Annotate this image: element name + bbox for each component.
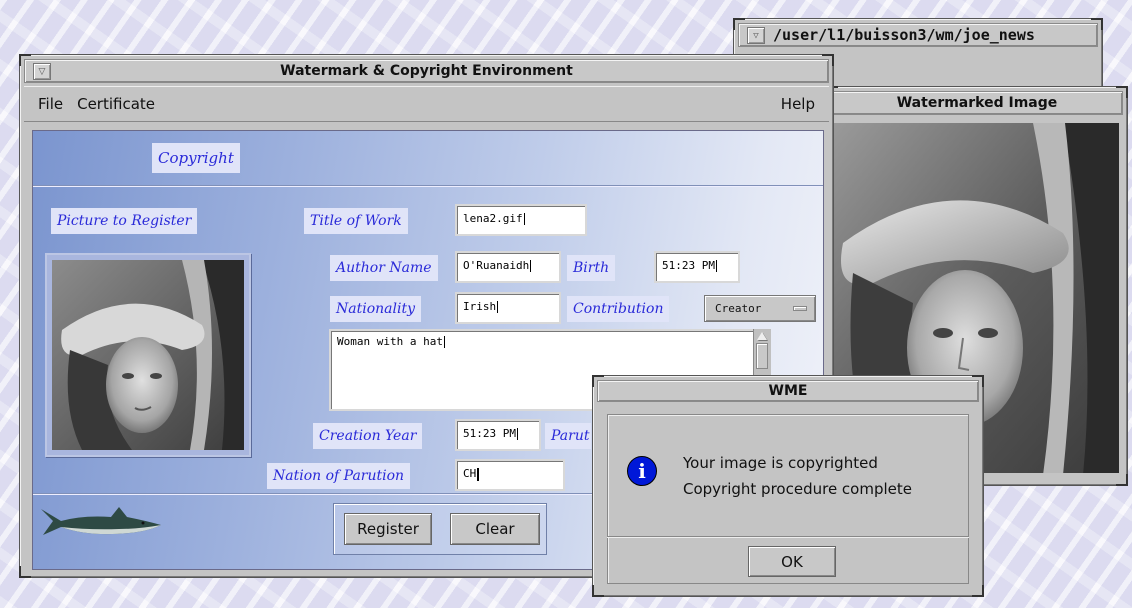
nation-of-parution-label: Nation of Parution (267, 463, 411, 489)
title-of-work-label: Title of Work (304, 208, 408, 234)
creation-year-label: Creation Year (313, 423, 423, 449)
info-icon: i (627, 456, 657, 486)
clear-button[interactable]: Clear (450, 513, 540, 545)
dialog-titlebar[interactable]: WME (597, 380, 979, 402)
nationality-field[interactable]: Irish (455, 292, 561, 324)
birth-field[interactable]: 51:23 PM (654, 251, 740, 283)
option-menu-indicator-icon (793, 306, 807, 311)
picture-label: Picture to Register (51, 208, 198, 234)
form-separator (33, 185, 823, 187)
title-of-work-field[interactable]: lena2.gif (455, 204, 587, 236)
menu-file[interactable]: File (38, 95, 63, 113)
scroll-up-arrow-icon[interactable] (757, 332, 767, 340)
author-name-label: Author Name (330, 255, 438, 281)
contribution-label: Contribution (567, 296, 670, 322)
section-title: Copyright (152, 143, 240, 173)
background-window-titlebar[interactable]: ▽ /user/l1/buisson3/wm/joe_news (738, 23, 1098, 47)
birth-label: Birth (567, 255, 616, 281)
contribution-value: Creator (715, 302, 762, 315)
nation-of-parution-field[interactable]: CH (455, 459, 565, 491)
picture-preview (45, 253, 251, 457)
window-menu-button[interactable]: ▽ (747, 27, 765, 44)
main-window-title: Watermark & Copyright Environment (280, 63, 573, 79)
menu-help[interactable]: Help (781, 95, 815, 113)
menu-bar: File Certificate Help (24, 86, 829, 122)
shark-logo (41, 507, 161, 535)
scrollbar-thumb[interactable] (756, 343, 768, 369)
background-window-title: /user/l1/buisson3/wm/joe_news (773, 26, 1035, 44)
action-buttons: Register Clear (333, 503, 547, 555)
watermarked-window-titlebar[interactable]: Watermarked Image (831, 91, 1123, 115)
info-dialog: WME i Your image is copyrighted Copyrigh… (592, 375, 984, 597)
contribution-select[interactable]: Creator (704, 295, 816, 322)
window-menu-button[interactable]: ▽ (33, 63, 51, 80)
dialog-message-line-1: Your image is copyrighted (683, 454, 878, 472)
dialog-message-line-2: Copyright procedure complete (683, 480, 912, 498)
register-button[interactable]: Register (344, 513, 432, 545)
watermarked-window-title: Watermarked Image (896, 95, 1058, 111)
parution-year-label: Parut (545, 423, 592, 449)
nationality-label: Nationality (330, 296, 421, 322)
dialog-title: WME (768, 383, 808, 399)
main-window-titlebar[interactable]: ▽ Watermark & Copyright Environment (24, 59, 829, 83)
creation-year-field[interactable]: 51:23 PM (455, 419, 541, 451)
dialog-separator (607, 536, 969, 538)
ok-button[interactable]: OK (748, 546, 836, 577)
author-name-field[interactable]: O'Ruanaidh (455, 251, 561, 283)
menu-certificate[interactable]: Certificate (77, 95, 155, 113)
